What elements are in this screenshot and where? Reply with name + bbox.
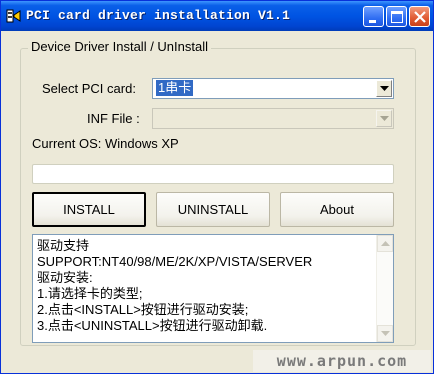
- scroll-up-button[interactable]: [377, 235, 393, 252]
- memo-line: SUPPORT:NT40/98/ME/2K/XP/VISTA/SERVER: [37, 254, 313, 269]
- maximize-icon: [391, 11, 403, 23]
- group-title: Device Driver Install / UnInstall: [28, 39, 211, 54]
- inf-file-select[interactable]: [152, 108, 394, 129]
- watermark-text: www.arpun.com: [253, 350, 431, 372]
- memo-line: 驱动支持: [37, 238, 90, 253]
- memo-line: 1.请选择卡的类型;: [37, 286, 143, 301]
- window-title: PCI card driver installation V1.1: [26, 8, 291, 23]
- close-button[interactable]: [409, 6, 430, 27]
- memo-line: 3.点击<UNINSTALL>按钮进行驱动卸载.: [37, 318, 268, 333]
- maximize-button[interactable]: [386, 6, 407, 27]
- chevron-up-icon: [381, 241, 390, 246]
- current-os-text: Current OS: Windows XP: [32, 136, 179, 151]
- pci-card-dropdown-button[interactable]: [376, 80, 392, 97]
- close-icon: [414, 11, 426, 23]
- pci-card-select-value: 1串卡: [156, 80, 194, 96]
- pci-card-select[interactable]: 1串卡: [152, 78, 394, 99]
- scroll-down-button[interactable]: [377, 325, 393, 342]
- about-button[interactable]: About: [280, 192, 394, 227]
- app-icon: [6, 7, 22, 25]
- install-button[interactable]: INSTALL: [32, 192, 146, 227]
- memo-line: 2.点击<INSTALL>按钮进行驱动安装;: [37, 302, 249, 317]
- minimize-button[interactable]: [363, 6, 384, 27]
- inf-file-label: INF File :: [87, 111, 140, 126]
- chevron-down-icon: [380, 116, 389, 121]
- chevron-down-icon: [380, 86, 389, 91]
- minimize-icon: [369, 20, 376, 23]
- memo-scrollbar[interactable]: [376, 235, 393, 342]
- install-progress-bar: [32, 164, 394, 184]
- title-bar[interactable]: PCI card driver installation V1.1: [1, 1, 433, 31]
- installer-window: PCI card driver installation V1.1 Device…: [0, 0, 434, 374]
- uninstall-button[interactable]: UNINSTALL: [156, 192, 270, 227]
- memo-line: 驱动安装:: [37, 270, 93, 285]
- inf-file-dropdown-button[interactable]: [376, 110, 392, 127]
- info-memo[interactable]: 驱动支持 SUPPORT:NT40/98/ME/2K/XP/VISTA/SERV…: [32, 234, 394, 343]
- select-pci-card-label: Select PCI card:: [42, 81, 136, 96]
- chevron-down-icon: [381, 331, 390, 336]
